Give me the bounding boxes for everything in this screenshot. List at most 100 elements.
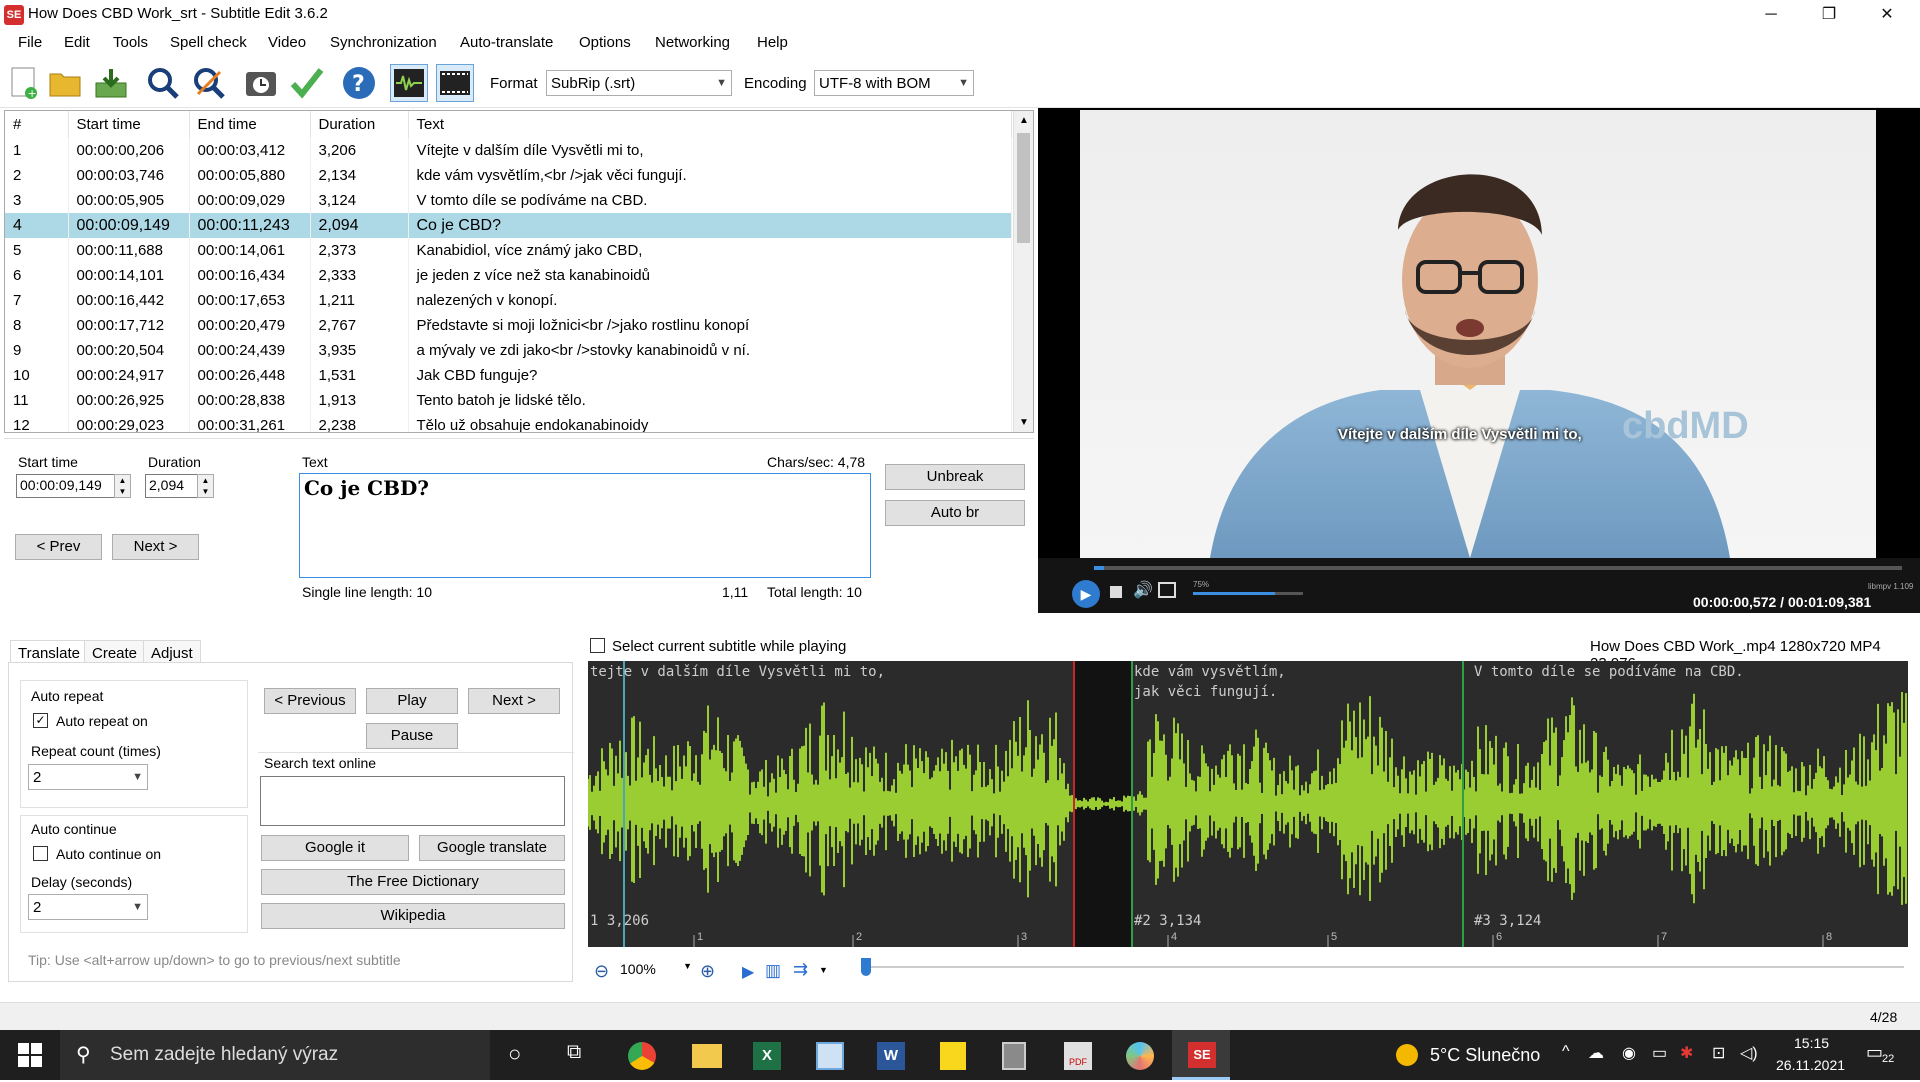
play-icon[interactable]: ▶ — [1072, 580, 1100, 608]
menu-spell-check[interactable]: Spell check — [170, 34, 247, 51]
security-icon[interactable]: ✱ — [1680, 1043, 1693, 1063]
battery-icon[interactable]: ▭ — [1652, 1043, 1667, 1063]
menu-help[interactable]: Help — [757, 34, 788, 51]
new-file-icon[interactable]: + — [4, 64, 42, 102]
table-row[interactable]: 5 00:00:11,688 00:00:14,061 2,373 Kanabidiol… — [5, 238, 1012, 263]
col-start-time[interactable]: Start time — [68, 111, 190, 138]
scroll-thumb[interactable] — [1017, 133, 1030, 243]
volume-icon[interactable]: 🔊 — [1133, 580, 1153, 600]
table-row[interactable]: 12 00:00:29,023 00:00:31,261 2,238 Tělo už o… — [5, 413, 1012, 432]
scroll-up-icon[interactable]: ▲ — [1019, 115, 1029, 126]
find-icon[interactable] — [144, 64, 182, 102]
zoom-in-icon[interactable]: ⊕ — [700, 961, 715, 982]
start-time-spinner[interactable]: ▲ ▼ — [114, 474, 131, 498]
subtitle-grid[interactable]: # Start time End time Duration Text 1 00:… — [4, 110, 1034, 433]
subtitle-text-editor[interactable]: Co je CBD? — [299, 473, 871, 578]
encoding-select[interactable]: UTF-8 with BOM ▼ — [814, 70, 974, 96]
table-row[interactable]: 9 00:00:20,504 00:00:24,439 3,935 a mývaly v… — [5, 338, 1012, 363]
volume-slider[interactable] — [1193, 592, 1303, 595]
fullscreen-icon[interactable] — [1158, 582, 1176, 598]
video-toggle-icon[interactable] — [436, 64, 474, 102]
table-row[interactable]: 1 00:00:00,206 00:00:03,412 3,206 Vítejte v … — [5, 138, 1012, 163]
auto-repeat-checkbox[interactable]: ✓ — [33, 713, 48, 728]
zoom-select[interactable]: 100% ▼ — [620, 961, 692, 983]
calculator-icon[interactable] — [1002, 1042, 1026, 1070]
columns-icon[interactable]: ▥ — [765, 961, 781, 981]
next-button[interactable]: Next > — [112, 534, 199, 560]
google-it-button[interactable]: Google it — [261, 835, 409, 861]
pause-button[interactable]: Pause — [366, 723, 458, 749]
waveform-toggle-icon[interactable] — [390, 64, 428, 102]
excel-icon[interactable]: X — [753, 1042, 781, 1070]
play-button[interactable]: Play — [366, 688, 458, 714]
clock-time[interactable]: 15:15 — [1794, 1035, 1829, 1051]
menu-synchronization[interactable]: Synchronization — [330, 34, 437, 51]
delay-select[interactable]: 2 ▼ — [28, 894, 148, 920]
table-row[interactable]: 2 00:00:03,746 00:00:05,880 2,134 kde vám vy… — [5, 163, 1012, 188]
search-online-input[interactable] — [260, 776, 565, 826]
windows-start-icon[interactable] — [18, 1043, 42, 1067]
select-while-playing-checkbox[interactable] — [590, 638, 605, 653]
replace-icon[interactable] — [190, 64, 228, 102]
table-row[interactable]: 10 00:00:24,917 00:00:26,448 1,531 Jak CBD f… — [5, 363, 1012, 388]
free-dictionary-button[interactable]: The Free Dictionary — [261, 869, 565, 895]
save-icon[interactable] — [92, 64, 130, 102]
google-translate-button[interactable]: Google translate — [419, 835, 565, 861]
zoom-out-icon[interactable]: ⊖ — [594, 961, 609, 982]
format-select[interactable]: SubRip (.srt) ▼ — [546, 70, 732, 96]
unbreak-button[interactable]: Unbreak — [885, 464, 1025, 490]
duration-spinner[interactable]: ▲ ▼ — [197, 474, 214, 498]
chrome-icon[interactable] — [628, 1042, 656, 1070]
chevron-down-icon[interactable]: ▼ — [819, 965, 828, 975]
maximize-button[interactable]: ❐ — [1800, 0, 1858, 30]
position-track[interactable] — [864, 966, 1904, 968]
cortana-icon[interactable]: ○ — [508, 1041, 521, 1067]
scroll-down-icon[interactable]: ▼ — [1019, 417, 1029, 428]
duration-input[interactable]: 2,094 — [145, 474, 205, 498]
waveform[interactable] — [588, 661, 1908, 947]
menu-edit[interactable]: Edit — [64, 34, 90, 51]
auto-continue-checkbox[interactable] — [33, 846, 48, 861]
prev-button[interactable]: < Prev — [15, 534, 102, 560]
wikipedia-button[interactable]: Wikipedia — [261, 903, 565, 929]
play-selection-icon[interactable]: ▶ — [742, 962, 754, 982]
tab-create[interactable]: Create — [84, 640, 146, 664]
next-sub-button[interactable]: Next > — [468, 688, 560, 714]
open-folder-icon[interactable] — [46, 64, 84, 102]
stop-icon[interactable] — [1110, 586, 1122, 598]
col-end-time[interactable]: End time — [189, 111, 311, 138]
weather-text[interactable]: 5°C Slunečno — [1430, 1045, 1540, 1066]
network-icon[interactable]: ⊡ — [1712, 1043, 1725, 1063]
seek-bar[interactable] — [1094, 566, 1902, 570]
previous-button[interactable]: < Previous — [264, 688, 356, 714]
col-number[interactable]: # — [5, 111, 69, 138]
table-row[interactable]: 3 00:00:05,905 00:00:09,029 3,124 V tomto dí… — [5, 188, 1012, 213]
tab-adjust[interactable]: Adjust — [143, 640, 201, 664]
pdf-printer-icon[interactable]: PDF — [1064, 1042, 1092, 1070]
table-row[interactable]: 6 00:00:14,101 00:00:16,434 2,333 je jeden z… — [5, 263, 1012, 288]
repeat-count-select[interactable]: 2 ▼ — [28, 764, 148, 790]
file-explorer-icon[interactable] — [692, 1044, 722, 1068]
waveform-panel[interactable]: tejte v dalším díle Vysvětli mi to, kde … — [588, 661, 1908, 947]
meet-now-icon[interactable]: ◉ — [1622, 1043, 1636, 1063]
notification-icon[interactable]: ▭ — [1866, 1042, 1883, 1063]
paint-icon[interactable] — [1126, 1042, 1154, 1070]
start-time-input[interactable]: 00:00:09,149 — [16, 474, 116, 498]
menu-networking[interactable]: Networking — [655, 34, 730, 51]
show-hidden-icons-icon[interactable]: ^ — [1562, 1043, 1570, 1061]
forward-arrows-icon[interactable]: ⇉ — [793, 959, 808, 980]
close-button[interactable]: ✕ — [1858, 0, 1916, 30]
table-row[interactable]: 8 00:00:17,712 00:00:20,479 2,767 Představte… — [5, 313, 1012, 338]
col-text[interactable]: Text — [408, 111, 1012, 138]
menu-video[interactable]: Video — [268, 34, 306, 51]
table-row[interactable]: 7 00:00:16,442 00:00:17,653 1,211 nalezených… — [5, 288, 1012, 313]
col-duration[interactable]: Duration — [310, 111, 409, 138]
minimize-button[interactable]: ─ — [1742, 0, 1800, 30]
table-row[interactable]: 11 00:00:26,925 00:00:28,838 1,913 Tento bat… — [5, 388, 1012, 413]
task-view-icon[interactable]: ⧉ — [567, 1041, 581, 1064]
menu-tools[interactable]: Tools — [113, 34, 148, 51]
grid-scrollbar[interactable]: ▲ ▼ — [1013, 111, 1033, 432]
photos-icon[interactable] — [816, 1042, 844, 1070]
speaker-icon[interactable]: ◁) — [1740, 1043, 1758, 1063]
visual-sync-icon[interactable] — [242, 64, 280, 102]
